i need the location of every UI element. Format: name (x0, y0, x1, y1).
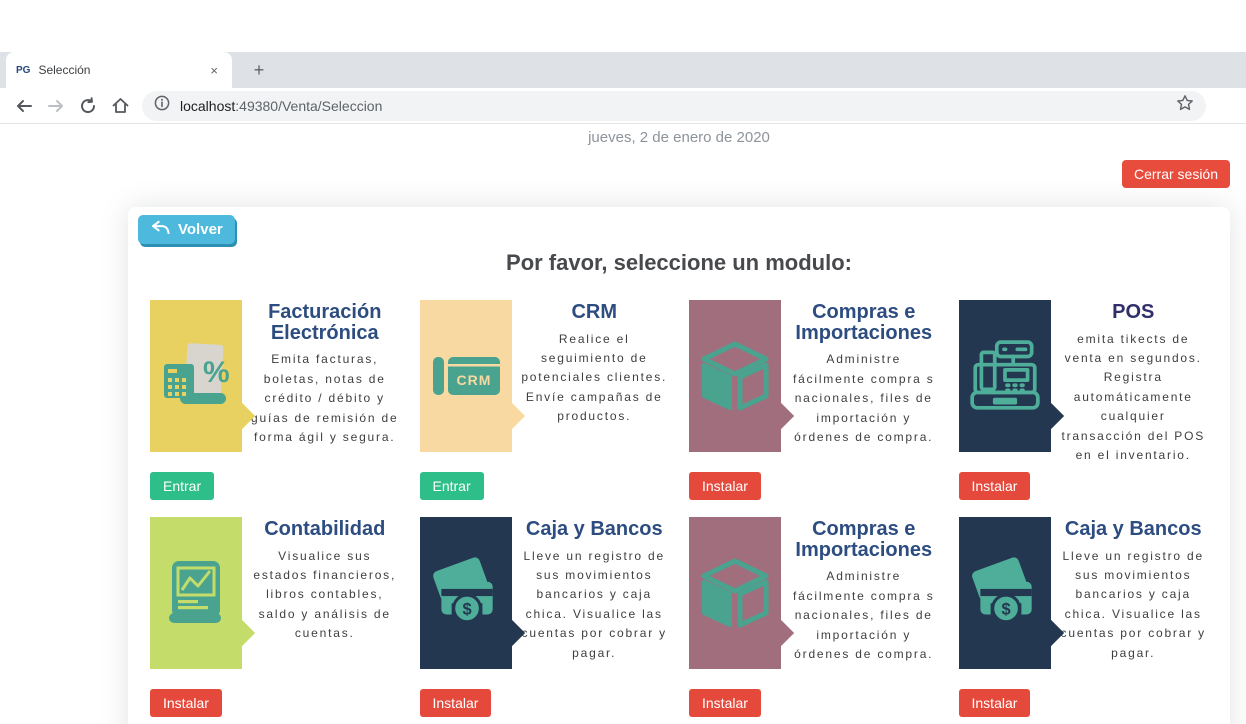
bank-card-icon: $ (959, 517, 1051, 669)
svg-text:%: % (203, 356, 230, 389)
module-card-caja: $ Caja y Bancos Lleve un registro de sus… (420, 517, 670, 717)
module-description: Lleve un registro de sus movimientos ban… (1059, 547, 1209, 664)
module-title: CRM (520, 302, 670, 323)
module-selection-panel: Volver Por favor, seleccione un modulo: (128, 207, 1230, 724)
svg-text:CRM: CRM (456, 372, 491, 388)
cube-icon (689, 517, 781, 669)
url-host: localhost (180, 98, 235, 114)
forward-icon[interactable] (40, 90, 72, 122)
enter-button[interactable]: Entrar (150, 472, 214, 500)
cash-register-icon (959, 300, 1051, 452)
module-card-facturacion: % Facturación Electrónica Emita facturas… (150, 300, 400, 500)
back-icon[interactable] (8, 90, 40, 122)
module-description: Realice el seguimiento de potenciales cl… (520, 330, 670, 427)
module-description: Administre fácilmente compra s nacionale… (789, 567, 939, 664)
module-grid: % Facturación Electrónica Emita facturas… (128, 276, 1230, 717)
enter-button[interactable]: Entrar (420, 472, 484, 500)
module-title: Caja y Bancos (520, 519, 670, 540)
home-icon[interactable] (104, 90, 136, 122)
invoice-calculator-icon: % (150, 300, 242, 452)
back-button[interactable]: Volver (138, 215, 235, 244)
crm-window-icon: CRM (420, 300, 512, 452)
module-title: Contabilidad (250, 519, 400, 540)
module-description: emita tikects de venta en segundos. Regi… (1059, 330, 1209, 466)
url-path: :49380/Venta/Seleccion (235, 98, 382, 114)
bank-card-icon: $ (420, 517, 512, 669)
logout-button[interactable]: Cerrar sesión (1122, 160, 1230, 188)
url-text[interactable]: localhost:49380/Venta/Seleccion (180, 98, 382, 114)
browser-toolbar: localhost:49380/Venta/Seleccion (0, 88, 1246, 124)
module-title: Facturación Electrónica (250, 302, 400, 343)
module-card-contabilidad: Contabilidad Visualice sus estados finan… (150, 517, 400, 717)
module-description: Emita facturas, boletas, notas de crédit… (250, 350, 400, 447)
module-title: POS (1059, 302, 1209, 323)
module-card-crm: CRM CRM Realice el seguimiento de potenc… (420, 300, 670, 500)
back-button-label: Volver (178, 221, 223, 238)
module-card-compras: Compras e Importaciones Administre fácil… (689, 300, 939, 500)
install-button[interactable]: Instalar (959, 689, 1031, 717)
undo-arrow-icon (150, 220, 171, 239)
install-button[interactable]: Instalar (689, 689, 761, 717)
tab-close-icon[interactable]: × (206, 61, 222, 80)
module-description: Lleve un registro de sus movimientos ban… (520, 547, 670, 664)
module-title: Caja y Bancos (1059, 519, 1209, 540)
reload-icon[interactable] (72, 90, 104, 122)
module-description: Administre fácilmente compra s nacionale… (789, 350, 939, 447)
install-button[interactable]: Instalar (150, 689, 222, 717)
current-date: jueves, 2 de enero de 2020 (128, 129, 1230, 146)
bookmark-star-icon[interactable] (1176, 94, 1194, 117)
module-description: Visualice sus estados financieros, libro… (250, 547, 400, 644)
tab-strip: PG Selección × + (0, 52, 1246, 88)
module-title: Compras e Importaciones (789, 302, 939, 343)
page-title: Por favor, seleccione un modulo: (128, 250, 1230, 276)
browser-tab[interactable]: PG Selección × (6, 52, 232, 88)
tab-title: Selección (38, 63, 206, 77)
cube-icon (689, 300, 781, 452)
module-card-pos: POS emita tikects de venta en segundos. … (959, 300, 1209, 500)
module-card-caja-2: $ Caja y Bancos Lleve un registro de sus… (959, 517, 1209, 717)
install-button[interactable]: Instalar (959, 472, 1031, 500)
install-button[interactable]: Instalar (420, 689, 492, 717)
ledger-book-icon (150, 517, 242, 669)
module-card-compras-2: Compras e Importaciones Administre fácil… (689, 517, 939, 717)
svg-text:$: $ (462, 601, 471, 619)
new-tab-button[interactable]: + (246, 57, 272, 83)
svg-text:$: $ (1001, 601, 1010, 619)
address-bar[interactable]: localhost:49380/Venta/Seleccion (142, 91, 1206, 121)
site-favicon: PG (16, 65, 30, 76)
install-button[interactable]: Instalar (689, 472, 761, 500)
page-info-icon[interactable] (154, 95, 170, 116)
window-top-area (0, 0, 1246, 52)
module-title: Compras e Importaciones (789, 519, 939, 560)
